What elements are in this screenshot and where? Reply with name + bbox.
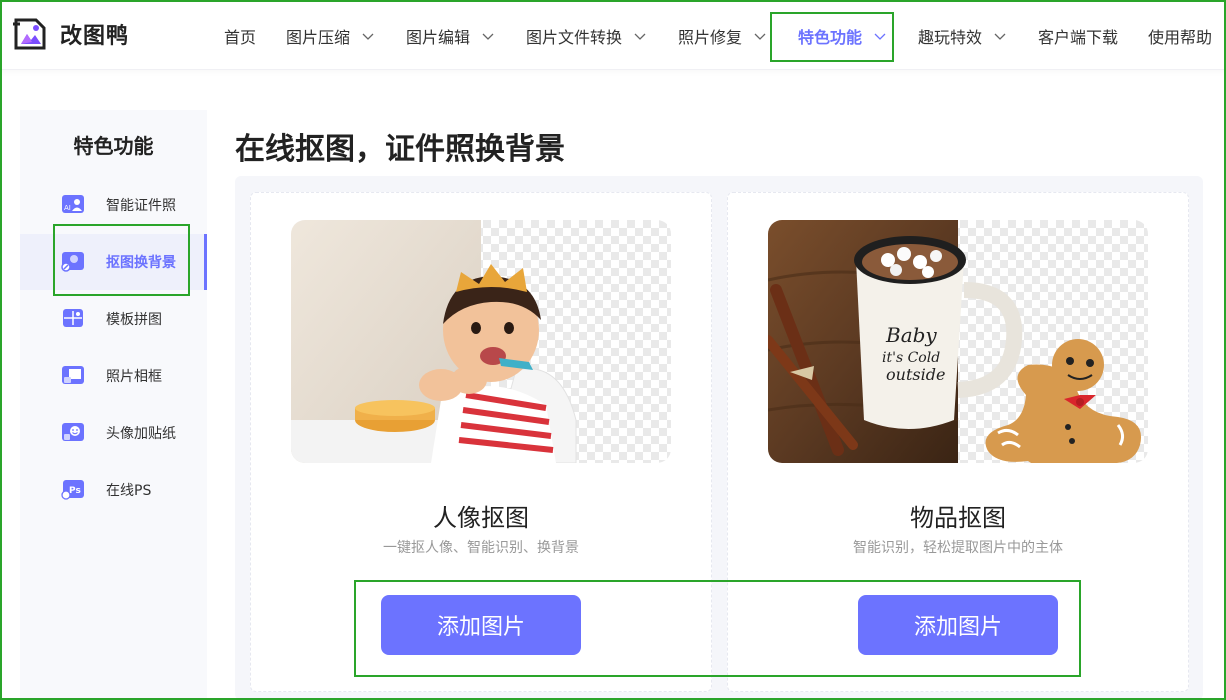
sidebar-item-template-collage[interactable]: 模板拼图	[20, 291, 207, 347]
object-sample-image: Baby it's Cold outside	[768, 220, 1148, 463]
sidebar-item-label: 照片相框	[106, 369, 162, 385]
chevron-down-icon	[634, 33, 646, 40]
chevron-down-icon	[482, 33, 494, 40]
nav-item-help[interactable]: 使用帮助	[1148, 24, 1212, 48]
nav-item-label: 趣玩特效	[918, 28, 983, 47]
photo-frame-icon	[62, 366, 84, 384]
nav-item-label: 图片编辑	[406, 28, 471, 47]
sidebar-item-photo-frame[interactable]: 照片相框	[20, 348, 207, 404]
card-title: 人像抠图	[433, 504, 529, 532]
logo-text: 改图鸭	[60, 24, 130, 49]
sidebar-title: 特色功能	[73, 134, 154, 158]
nav-item-label: 图片文件转换	[526, 28, 623, 47]
nav-item-photo-repair[interactable]: 照片修复	[678, 24, 766, 48]
portrait-illustration	[291, 220, 671, 463]
portrait-sample-image	[291, 220, 671, 463]
nav-item-fun-effects[interactable]: 趣玩特效	[918, 24, 1006, 48]
chevron-down-icon	[754, 33, 766, 40]
nav-item-image-edit[interactable]: 图片编辑	[406, 24, 494, 48]
nav-item-file-convert[interactable]: 图片文件转换	[526, 24, 646, 48]
top-header: 改图鸭 首页 图片压缩 图片编辑 图片文件转换 照片修复 特色功能 趣玩特效 客…	[0, 0, 1226, 70]
sidebar-item-label: 智能证件照	[106, 198, 176, 214]
nav-item-home[interactable]: 首页	[224, 24, 256, 48]
nav-item-image-compress[interactable]: 图片压缩	[286, 24, 374, 48]
page-title: 在线抠图，证件照换背景	[235, 132, 565, 167]
logo-icon	[13, 18, 46, 50]
sidebar-item-online-ps[interactable]: Ps 在线PS	[20, 462, 207, 518]
nav-item-label: 客户端下载	[1038, 28, 1119, 47]
card-description: 一键抠人像、智能识别、换背景	[383, 540, 579, 556]
highlight-box	[354, 580, 1081, 677]
ps-icon-text: Ps	[69, 486, 81, 496]
mug-text-line: it's Cold	[882, 350, 940, 366]
object-illustration: Baby it's Cold outside	[768, 220, 1148, 463]
highlight-box	[770, 12, 894, 62]
highlight-box	[53, 224, 190, 296]
id-photo-icon: AI	[62, 195, 84, 213]
nav-item-label: 照片修复	[678, 28, 743, 47]
sidebar-item-label: 头像加贴纸	[106, 426, 176, 442]
mug-text-line: Baby	[885, 323, 937, 347]
nav-item-label: 使用帮助	[1148, 28, 1213, 47]
nav-item-client-download[interactable]: 客户端下载	[1038, 24, 1118, 48]
card-title: 物品抠图	[910, 504, 1006, 532]
mug-text-line: outside	[886, 365, 945, 384]
sticker-icon	[62, 423, 84, 441]
chevron-down-icon	[362, 33, 374, 40]
logo[interactable]: 改图鸭	[12, 16, 129, 52]
ps-icon: Ps	[61, 480, 84, 500]
sidebar-item-avatar-sticker[interactable]: 头像加贴纸	[20, 405, 207, 461]
sidebar-item-label: 模板拼图	[106, 312, 162, 328]
nav-item-label: 图片压缩	[286, 28, 351, 47]
puzzle-icon	[63, 309, 83, 327]
sidebar: 特色功能 AI 智能证件照 抠图换背景 模板拼图 照片相框 头像加贴纸 Ps 在…	[20, 110, 207, 700]
nav-item-label: 首页	[224, 28, 257, 47]
sidebar-item-label: 在线PS	[106, 483, 152, 499]
chevron-down-icon	[994, 33, 1006, 40]
card-description: 智能识别，轻松提取图片中的主体	[853, 540, 1063, 556]
svg-text:AI: AI	[64, 204, 71, 212]
